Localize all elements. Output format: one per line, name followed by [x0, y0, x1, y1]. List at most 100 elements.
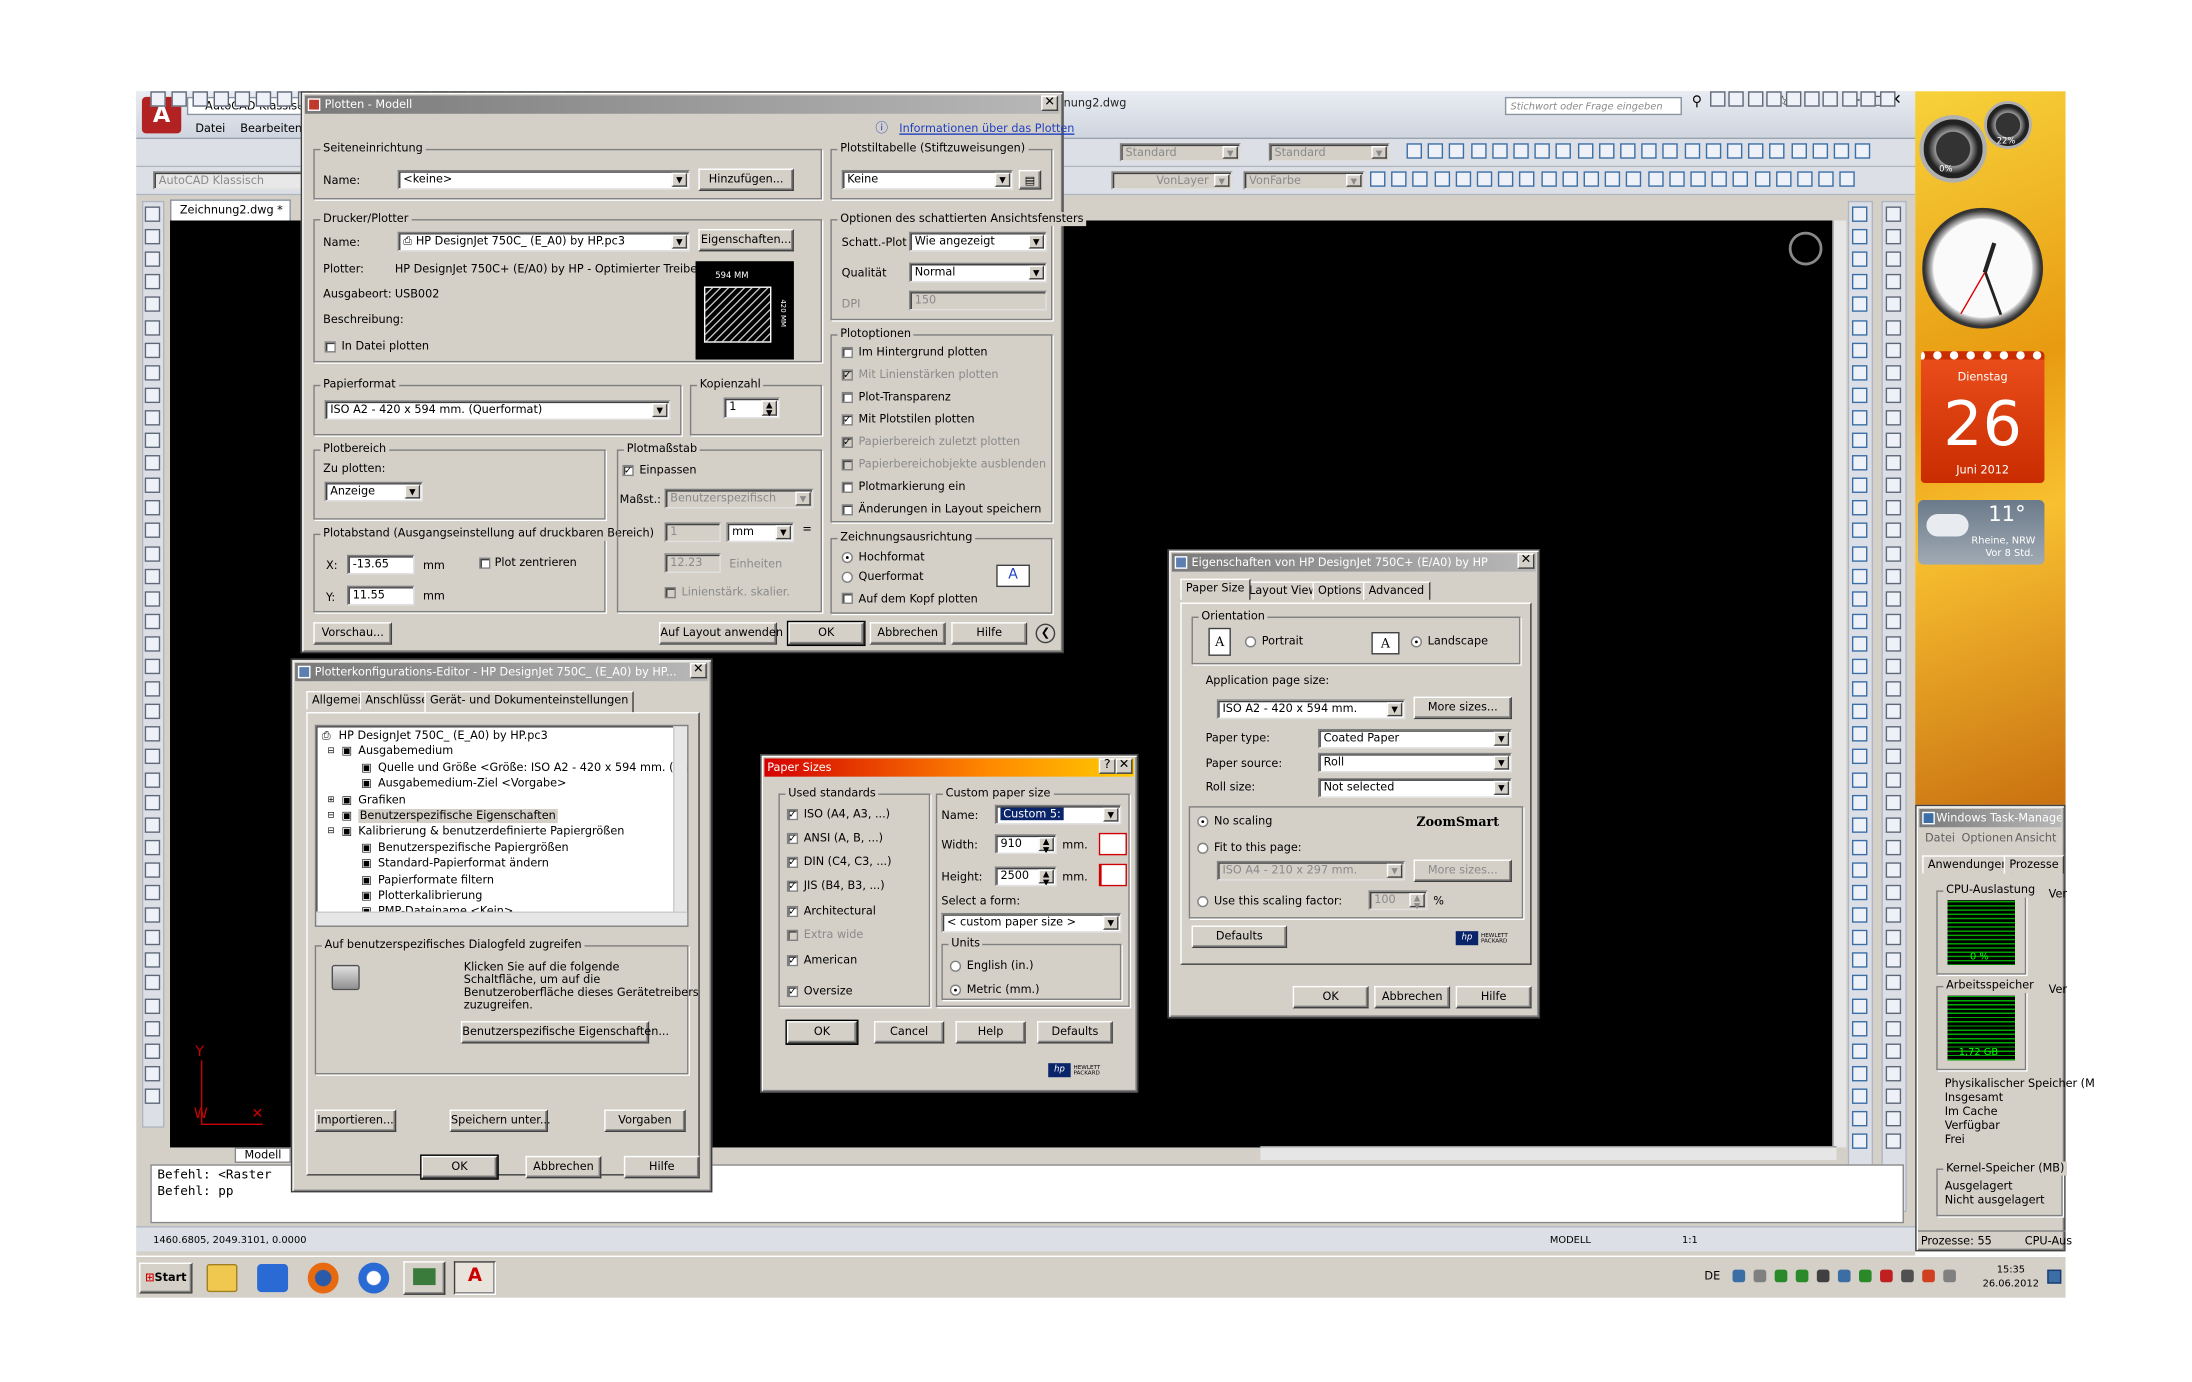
modify-tool-icon[interactable]: [1851, 975, 1868, 991]
linetype-combo[interactable]: VonLayer ▼: [1111, 171, 1233, 190]
standard-checkbox[interactable]: ✓: [786, 985, 799, 998]
modify-tool-icon[interactable]: [1851, 296, 1868, 313]
modify-tool-icon[interactable]: [1851, 862, 1868, 878]
toolbar-icon[interactable]: [1455, 171, 1471, 187]
modify-tool-icon[interactable]: [1885, 862, 1902, 878]
defaults-button[interactable]: Vorgaben: [604, 1109, 686, 1133]
ok-button[interactable]: OK: [786, 620, 866, 647]
draw-tool-icon[interactable]: [144, 930, 161, 946]
modify-tool-icon[interactable]: [1851, 500, 1868, 516]
tree-node[interactable]: Standard-Papierformat ändern: [378, 857, 549, 871]
import-button[interactable]: Importieren...: [314, 1109, 397, 1133]
modify-tool-icon[interactable]: [1885, 1043, 1902, 1059]
draw-tool-icon[interactable]: [144, 523, 161, 539]
tab-paper-size[interactable]: Paper Size: [1180, 578, 1251, 600]
tray-icon[interactable]: [1816, 1269, 1830, 1283]
modify-tool-icon[interactable]: [1851, 952, 1868, 969]
toolbar-icon[interactable]: [234, 91, 251, 107]
modify-tool-icon[interactable]: [1851, 1133, 1868, 1149]
draw-tool-icon[interactable]: [144, 500, 161, 516]
toolbar-icon[interactable]: [1733, 171, 1749, 187]
standard-checkbox[interactable]: ✓: [786, 905, 799, 918]
tree-expander-icon[interactable]: ⊟: [327, 809, 334, 823]
toolbar-icon[interactable]: [1669, 171, 1685, 187]
paper-sizes-close-button[interactable]: ✕: [1115, 758, 1133, 774]
tree-node[interactable]: Benutzerspezifische Eigenschaften: [358, 808, 558, 824]
draw-tool-icon[interactable]: [144, 749, 161, 765]
status-toggle-icon[interactable]: [1747, 91, 1764, 107]
landscape-radio[interactable]: [841, 571, 853, 583]
scaling-factor-stepper[interactable]: 100 ▲ ▼: [1368, 890, 1428, 911]
width-stepper[interactable]: 910 ▲ ▼: [994, 834, 1057, 854]
collapse-arrow-icon[interactable]: ❮: [1035, 623, 1056, 644]
clock-date[interactable]: 26.06.2012: [1983, 1277, 2039, 1291]
modify-tool-icon[interactable]: [1885, 703, 1902, 720]
modify-tool-icon[interactable]: [1885, 816, 1902, 833]
modify-tool-icon[interactable]: [1851, 771, 1868, 788]
plot-option-checkbox[interactable]: ✓: [841, 414, 853, 426]
standard-checkbox[interactable]: ✓: [786, 856, 799, 868]
status-toggle-icon[interactable]: [1879, 91, 1895, 107]
draw-tool-icon[interactable]: [144, 636, 161, 652]
modify-tool-icon[interactable]: [1885, 636, 1902, 652]
save-as-button[interactable]: Speichern unter...: [449, 1109, 551, 1133]
modify-tool-icon[interactable]: [1851, 658, 1868, 675]
draw-tool-icon[interactable]: [144, 907, 161, 923]
draw-tool-icon[interactable]: [144, 251, 161, 268]
plot-option-checkbox[interactable]: [841, 459, 853, 471]
modify-tool-icon[interactable]: [1851, 387, 1868, 403]
toolbar-icon[interactable]: [1855, 143, 1871, 159]
plot-option-checkbox[interactable]: ✓: [841, 436, 853, 449]
scale-drawing-units-input[interactable]: 12.23: [664, 553, 721, 574]
center-plot-checkbox[interactable]: [479, 557, 491, 569]
toolbar-icon[interactable]: [1562, 171, 1578, 187]
horizontal-scrollbar[interactable]: [1260, 1146, 1837, 1161]
modify-tool-icon[interactable]: [1851, 590, 1868, 607]
firefox-icon[interactable]: [307, 1262, 339, 1294]
draw-tool-icon[interactable]: [144, 1043, 161, 1059]
modify-tool-icon[interactable]: [1851, 251, 1868, 268]
toolbar-icon[interactable]: [1662, 143, 1679, 159]
toolbar-icon[interactable]: [1391, 171, 1407, 187]
modify-tool-icon[interactable]: [1851, 749, 1868, 765]
toolbar-icon[interactable]: [1839, 171, 1856, 187]
tray-icon[interactable]: [1943, 1269, 1956, 1283]
dpi-input[interactable]: 150: [909, 290, 1047, 311]
modify-tool-icon[interactable]: [1851, 364, 1868, 381]
modify-tool-icon[interactable]: [1885, 523, 1902, 539]
modify-tool-icon[interactable]: [1885, 545, 1902, 562]
english-units-radio[interactable]: [949, 960, 962, 972]
tab-geraet-einstellungen[interactable]: Gerät- und Dokumenteinstellungen: [424, 690, 634, 713]
toolbar-icon[interactable]: [1449, 143, 1465, 159]
status-toggle-icon[interactable]: [1860, 91, 1877, 107]
toolbar-icon[interactable]: [1775, 171, 1792, 187]
hp-defaults-button[interactable]: Defaults: [1191, 925, 1288, 949]
draw-tool-icon[interactable]: [144, 409, 161, 426]
offset-x-input[interactable]: -13.65: [347, 554, 415, 575]
draw-tool-icon[interactable]: [144, 364, 161, 381]
modify-tool-icon[interactable]: [1851, 206, 1868, 222]
standard-checkbox[interactable]: [786, 929, 799, 941]
draw-tool-icon[interactable]: [144, 206, 161, 222]
viewcube[interactable]: [1788, 231, 1823, 266]
draw-tool-icon[interactable]: [144, 703, 161, 720]
config-help-button[interactable]: Hilfe: [623, 1155, 700, 1179]
modify-tool-icon[interactable]: [1885, 206, 1902, 222]
draw-tool-icon[interactable]: [144, 726, 161, 742]
scale-lineweights-checkbox[interactable]: [664, 587, 676, 599]
config-ok-button[interactable]: OK: [420, 1154, 499, 1180]
toolbar-icon[interactable]: [276, 91, 293, 107]
app-page-size-combo[interactable]: ISO A2 - 420 x 594 mm. ▼: [1216, 699, 1406, 720]
search-field[interactable]: Stichwort oder Frage eingeben: [1504, 96, 1682, 116]
toolbar-icon[interactable]: [1427, 143, 1444, 159]
modify-tool-icon[interactable]: [1885, 1110, 1902, 1127]
plot-style-table-combo[interactable]: Keine ▼: [841, 169, 1014, 190]
modify-tool-icon[interactable]: [1851, 930, 1868, 946]
modify-tool-icon[interactable]: [1851, 1110, 1868, 1127]
draw-tool-icon[interactable]: [144, 432, 161, 449]
more-sizes-button-2[interactable]: More sizes...: [1413, 859, 1512, 883]
modify-tool-icon[interactable]: [1885, 364, 1902, 381]
draw-tool-icon[interactable]: [144, 387, 161, 403]
scale-unit-combo[interactable]: mm ▼: [726, 522, 794, 543]
fit-to-paper-checkbox[interactable]: ✓: [622, 464, 634, 477]
